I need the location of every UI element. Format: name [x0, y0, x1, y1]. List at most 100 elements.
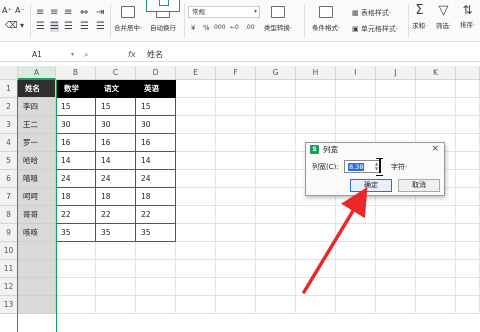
column-header-b[interactable]: B — [56, 66, 96, 80]
increase-font-icon[interactable]: A⁺ — [2, 6, 12, 15]
cell-b11[interactable] — [56, 260, 96, 278]
cell-f11[interactable] — [216, 260, 256, 278]
cell-a10[interactable] — [18, 242, 56, 260]
cell-h9[interactable] — [296, 224, 336, 242]
cell-k1[interactable] — [416, 80, 456, 98]
cell-j3[interactable] — [376, 116, 416, 134]
cell-g5[interactable] — [256, 152, 296, 170]
percent-icon[interactable]: % — [203, 24, 210, 32]
cell-c11[interactable] — [96, 260, 136, 278]
align-center-icon[interactable]: ☰ — [50, 22, 59, 32]
cell-i12[interactable] — [336, 278, 376, 296]
unit-select[interactable]: 字符· — [391, 162, 407, 172]
cell-j1[interactable] — [376, 80, 416, 98]
cell-h2[interactable] — [296, 98, 336, 116]
cell-k3[interactable] — [416, 116, 456, 134]
column-header-f[interactable]: F — [216, 66, 256, 80]
thousands-icon[interactable]: 000 — [214, 24, 225, 31]
cell-f8[interactable] — [216, 206, 256, 224]
cell-f5[interactable] — [216, 152, 256, 170]
close-icon[interactable]: × — [431, 143, 439, 155]
cell-f2[interactable] — [216, 98, 256, 116]
row-header-12[interactable]: 12 — [0, 278, 18, 296]
cancel-button[interactable]: 取消 — [398, 179, 440, 192]
cell-k8[interactable] — [416, 206, 456, 224]
cell-j8[interactable] — [376, 206, 416, 224]
align-middle-icon[interactable]: ≡ — [50, 8, 58, 18]
align-top-icon[interactable]: ≡ — [36, 8, 44, 18]
align-bottom-icon[interactable]: ≡ — [64, 8, 72, 18]
cell-g11[interactable] — [256, 260, 296, 278]
cell-d10[interactable] — [136, 242, 176, 260]
cell-i3[interactable] — [336, 116, 376, 134]
cell-j9[interactable] — [376, 224, 416, 242]
row-header-1[interactable]: 1 — [0, 80, 18, 98]
cell-a9[interactable]: 咳咳 — [18, 224, 56, 242]
align-left-icon[interactable]: ☰ — [36, 22, 45, 32]
cell-b5[interactable]: 14 — [56, 152, 96, 170]
cell-i2[interactable] — [336, 98, 376, 116]
cell-g9[interactable] — [256, 224, 296, 242]
cell-g7[interactable] — [256, 188, 296, 206]
cell-c7[interactable]: 18 — [96, 188, 136, 206]
cell-a6[interactable]: 嘻嘻 — [18, 170, 56, 188]
number-format-select[interactable]: 常规 ▾ — [188, 6, 260, 18]
column-header-h[interactable]: H — [296, 66, 336, 80]
cell-g6[interactable] — [256, 170, 296, 188]
cell-d5[interactable]: 14 — [136, 152, 176, 170]
cell-f13[interactable] — [216, 296, 256, 314]
select-all-corner[interactable] — [0, 66, 18, 80]
cell-a8[interactable]: 哥哥 — [18, 206, 56, 224]
cell-f12[interactable] — [216, 278, 256, 296]
cell-d7[interactable]: 18 — [136, 188, 176, 206]
cell-e4[interactable] — [176, 134, 216, 152]
cell-e3[interactable] — [176, 116, 216, 134]
cell-a2[interactable]: 李四 — [18, 98, 56, 116]
cell-k9[interactable] — [416, 224, 456, 242]
cell-f7[interactable] — [216, 188, 256, 206]
cell-g12[interactable] — [256, 278, 296, 296]
cell-a13[interactable] — [18, 296, 56, 314]
cell-b6[interactable]: 24 — [56, 170, 96, 188]
cell-b10[interactable] — [56, 242, 96, 260]
distribute-icon[interactable]: ☰ — [96, 22, 105, 32]
function-icon[interactable]: fx — [128, 48, 136, 62]
cell-c12[interactable] — [96, 278, 136, 296]
cell-c3[interactable]: 30 — [96, 116, 136, 134]
column-header-g[interactable]: G — [256, 66, 296, 80]
cell-e7[interactable] — [176, 188, 216, 206]
column-header-k[interactable]: K — [416, 66, 456, 80]
cell-g13[interactable] — [256, 296, 296, 314]
cell-style-button[interactable]: ▣ 单元格样式· — [352, 24, 398, 34]
cell-i13[interactable] — [336, 296, 376, 314]
decrease-decimal-icon[interactable]: .00 — [245, 24, 255, 31]
cell-c8[interactable]: 22 — [96, 206, 136, 224]
column-header-d[interactable]: D — [136, 66, 176, 80]
justify-icon[interactable]: ☰ — [80, 22, 89, 32]
cell-a12[interactable] — [18, 278, 56, 296]
cell-a7[interactable]: 呵呵 — [18, 188, 56, 206]
ok-button[interactable]: 确定 — [350, 179, 392, 192]
cell-f10[interactable] — [216, 242, 256, 260]
row-header-10[interactable]: 10 — [0, 242, 18, 260]
cell-c2[interactable]: 15 — [96, 98, 136, 116]
cell-e13[interactable] — [176, 296, 216, 314]
currency-icon[interactable]: ¥ — [191, 24, 195, 32]
cell-e1[interactable] — [176, 80, 216, 98]
cell-f1[interactable] — [216, 80, 256, 98]
cell-i8[interactable] — [336, 206, 376, 224]
cell-b9[interactable]: 35 — [56, 224, 96, 242]
cell-b3[interactable]: 30 — [56, 116, 96, 134]
name-box[interactable]: A1 ▾ — [0, 48, 78, 62]
column-header-j[interactable]: J — [376, 66, 416, 80]
decrease-font-icon[interactable]: A⁻ — [15, 6, 25, 15]
cell-j13[interactable] — [376, 296, 416, 314]
cell-g3[interactable] — [256, 116, 296, 134]
cell-k2[interactable] — [416, 98, 456, 116]
cell-d1[interactable]: 英语 — [136, 80, 176, 98]
cell-d4[interactable]: 16 — [136, 134, 176, 152]
dialog-titlebar[interactable]: S 列宽 × — [306, 143, 444, 156]
cell-d8[interactable]: 22 — [136, 206, 176, 224]
cell-i9[interactable] — [336, 224, 376, 242]
cell-d3[interactable]: 30 — [136, 116, 176, 134]
